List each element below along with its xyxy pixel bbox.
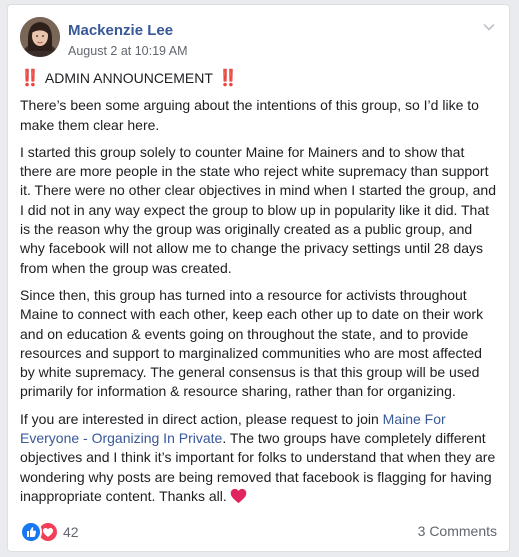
reactions-summary[interactable]: 42 (20, 521, 79, 543)
paragraph-intro: There’s been some arguing about the inte… (20, 97, 479, 133)
red-heart-icon (230, 488, 247, 509)
post-body: ‼️ ADMIN ANNOUNCEMENT ‼️ There’s been so… (20, 69, 499, 517)
like-reaction-icon (20, 521, 42, 543)
avatar[interactable] (20, 17, 60, 57)
comments-count-link[interactable]: 3 Comments (418, 523, 497, 539)
post-timestamp[interactable]: August 2 at 10:19 AM (68, 44, 188, 58)
post-footer: 42 3 Comments (20, 521, 497, 543)
chevron-down-icon[interactable] (481, 19, 497, 35)
paragraph-direct-action: If you are interested in direct action, … (20, 410, 499, 509)
post-header: Mackenzie Lee August 2 at 10:19 AM (20, 17, 497, 63)
post-card: Mackenzie Lee August 2 at 10:19 AM ‼️ AD… (7, 4, 510, 552)
avatar-image (20, 17, 60, 57)
author-name[interactable]: Mackenzie Lee (68, 22, 173, 39)
paragraph-direct-action-lead: If you are interested in direct action, … (20, 410, 383, 427)
double-exclamation-icon: ‼️ (217, 70, 238, 87)
reactions-count: 42 (63, 524, 79, 540)
announcement-heading: ‼️ ADMIN ANNOUNCEMENT ‼️ (20, 69, 499, 88)
double-exclamation-icon: ‼️ (20, 70, 40, 87)
announcement-title: ADMIN ANNOUNCEMENT (44, 70, 213, 86)
paragraph-purpose: Since then, this group has turned into a… (20, 286, 484, 400)
paragraph-origin: I started this group solely to counter M… (20, 143, 497, 276)
